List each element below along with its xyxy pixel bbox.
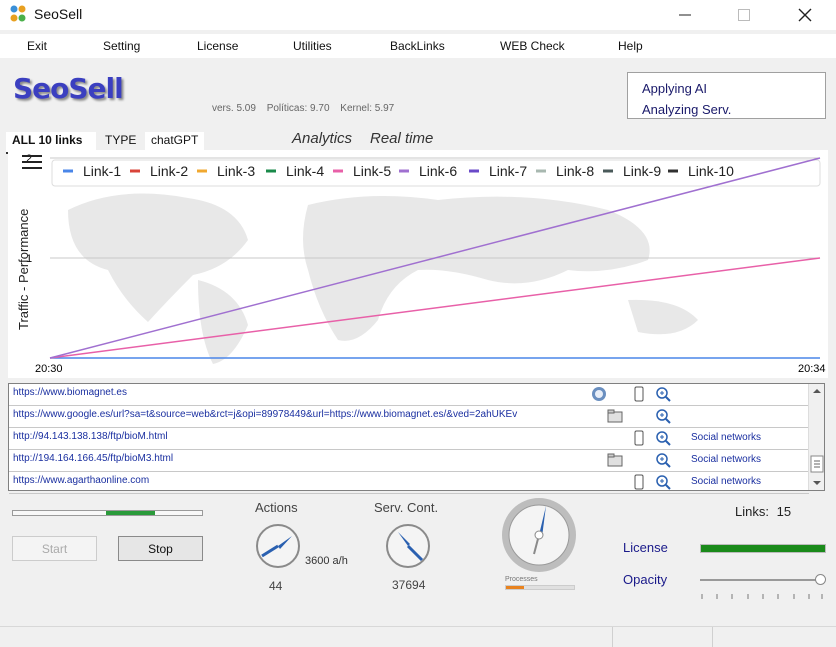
minimize-button[interactable] (662, 2, 708, 28)
link-row[interactable]: http://94.143.138.138/ftp/bioM.html Socia… (9, 428, 809, 450)
opacity-knob[interactable] (815, 574, 826, 585)
links-count-label: Links: 15 (735, 504, 791, 519)
menu-exit[interactable]: Exit (27, 39, 47, 53)
serv-cont-value: 37694 (392, 578, 426, 592)
link-row[interactable]: https://www.google.es/url?sa=t&source=we… (9, 406, 809, 428)
maximize-icon (738, 9, 750, 21)
menu-help[interactable]: Help (618, 39, 643, 53)
legend-label: Link-6 (419, 163, 457, 179)
link-url[interactable]: https://www.biomagnet.es (13, 387, 583, 398)
license-label: License (623, 540, 668, 555)
menu-license[interactable]: License (197, 39, 238, 53)
start-button[interactable]: Start (12, 536, 97, 561)
legend-label: Link-2 (150, 163, 188, 179)
processes-fill (506, 586, 524, 589)
menu-web-check[interactable]: WEB Check (500, 39, 565, 53)
chart-svg: 1 2 20:30 20:34 Traffic - Performance Li… (8, 150, 828, 378)
y-axis-label: Traffic - Performance (16, 209, 31, 330)
version-label: vers. 5.09 (212, 103, 256, 114)
legend-label: Link-5 (353, 163, 391, 179)
realtime-title: Real time (370, 130, 434, 147)
folder-icon[interactable] (607, 452, 623, 468)
status-bar (0, 626, 836, 647)
x-tick-end: 20:34 (798, 363, 826, 375)
license-bar (700, 544, 826, 553)
link-url[interactable]: https://www.agarthaonline.com (13, 475, 583, 486)
link-url[interactable]: http://94.143.138.138/ftp/bioM.html (13, 431, 583, 442)
version-info: vers. 5.09 Políticas: 9.70 Kernel: 5.97 (212, 103, 402, 114)
link-url[interactable]: http://194.164.166.45/ftp/bioM3.html (13, 453, 603, 464)
progress-fill (105, 511, 155, 515)
social-networks-link[interactable]: Social networks (691, 454, 761, 465)
processes-label: Processes (505, 576, 538, 583)
serv-gauge-icon (386, 524, 430, 568)
progress-track (12, 510, 203, 516)
analytics-title: Analytics (292, 130, 353, 147)
window-title: SeoSell (34, 6, 83, 22)
links-label: Links: (735, 504, 769, 519)
kernel-label: Kernel: 5.97 (340, 103, 395, 114)
link-row[interactable]: https://www.agarthaonline.com Social netw… (9, 472, 809, 494)
status-line-1: Applying AI (642, 81, 708, 96)
y-tick-2: 2 (26, 153, 32, 165)
legend-label: Link-9 (623, 163, 661, 179)
status-line-2: Analyzing Serv. (642, 102, 732, 117)
legend-label: Link-10 (688, 163, 734, 179)
zoom-in-icon[interactable] (655, 408, 671, 424)
menu-bar: Exit Setting License Utilities BackLinks… (0, 34, 836, 58)
minimize-icon (679, 14, 691, 16)
title-bar: SeoSell (0, 0, 836, 30)
links-value: 15 (776, 504, 792, 519)
actions-gauge-icon (256, 524, 300, 568)
brand-logo: SeoSell (13, 72, 124, 105)
scrollbar[interactable] (808, 384, 824, 490)
zoom-in-icon[interactable] (655, 386, 671, 402)
opacity-label: Opacity (623, 572, 668, 587)
opacity-slider[interactable] (700, 574, 826, 604)
link-row[interactable]: https://www.biomagnet.es (9, 384, 809, 406)
zoom-in-icon[interactable] (655, 430, 671, 446)
serv-cont-label: Serv. Cont. (374, 500, 439, 515)
phone-icon[interactable] (631, 430, 647, 446)
menu-utilities[interactable]: Utilities (293, 39, 332, 53)
legend-label: Link-1 (83, 163, 121, 179)
stop-button[interactable]: Stop (118, 536, 203, 561)
actions-label: Actions (255, 500, 298, 515)
traffic-chart: 1 2 20:30 20:34 Traffic - Performance Li… (8, 150, 828, 378)
zoom-in-icon[interactable] (655, 452, 671, 468)
link-url[interactable]: https://www.google.es/url?sa=t&source=we… (13, 409, 603, 420)
actions-value: 44 (269, 579, 283, 593)
app-logo-icon (10, 5, 26, 22)
status-box: Applying AI Analyzing Serv. (627, 72, 826, 119)
legend-label: Link-3 (217, 163, 255, 179)
menu-setting[interactable]: Setting (103, 39, 140, 53)
globe-icon[interactable] (591, 386, 607, 402)
legend-label: Link-4 (286, 163, 324, 179)
compass-dial-icon (502, 498, 576, 572)
x-tick-start: 20:30 (35, 363, 63, 375)
maximize-button[interactable] (721, 2, 767, 28)
zoom-in-icon[interactable] (655, 474, 671, 490)
phone-icon[interactable] (631, 386, 647, 402)
actions-rate: 3600 a/h (305, 555, 348, 567)
close-icon (798, 8, 812, 22)
link-row[interactable]: http://194.164.166.45/ftp/bioM3.html Soci… (9, 450, 809, 472)
close-button[interactable] (782, 2, 828, 28)
social-networks-link[interactable]: Social networks (691, 432, 761, 443)
folder-icon[interactable] (607, 408, 623, 424)
menu-backlinks[interactable]: BackLinks (390, 39, 445, 53)
scrollbar-arrows (810, 389, 824, 485)
social-networks-link[interactable]: Social networks (691, 476, 761, 487)
processes-bar (505, 585, 575, 590)
opacity-ticks (701, 594, 823, 599)
license-fill (701, 545, 825, 552)
legend-label: Link-8 (556, 163, 594, 179)
legend-label: Link-7 (489, 163, 527, 179)
politicas-label: Políticas: 9.70 (266, 103, 330, 114)
opacity-track (700, 579, 821, 581)
links-list: https://www.biomagnet.es https://www.goog… (8, 383, 825, 494)
phone-icon[interactable] (631, 474, 647, 490)
